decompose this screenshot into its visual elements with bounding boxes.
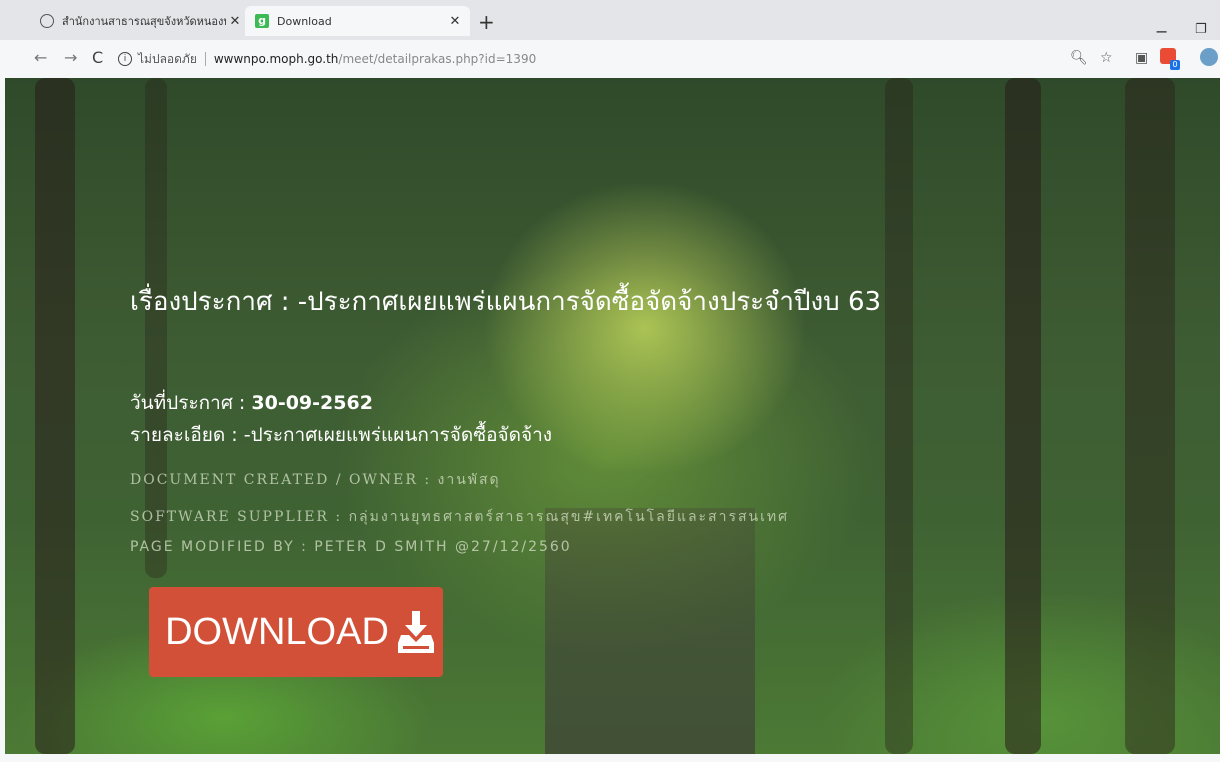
- background-tree: [1125, 78, 1175, 754]
- software-supplier: SOFTWARE SUPPLIER : กลุ่มงานยุทธศาสตร์สา…: [130, 509, 790, 525]
- forward-icon[interactable]: →: [64, 48, 77, 67]
- info-icon[interactable]: i: [118, 52, 132, 66]
- url-host: wwwnpo.moph.go.th: [213, 52, 339, 66]
- reload-icon[interactable]: C: [92, 48, 103, 67]
- close-icon[interactable]: ✕: [446, 14, 464, 29]
- page-content: เรื่องประกาศ : -ประกาศเผยแพร่แผนการจัดซื…: [5, 78, 1220, 754]
- date-label: วันที่ประกาศ :: [130, 392, 252, 414]
- background-tree: [885, 78, 913, 754]
- tab-title: Download: [277, 14, 332, 28]
- announcement-title: เรื่องประกาศ : -ประกาศเผยแพร่แผนการจัดซื…: [130, 287, 882, 317]
- background-path: [545, 508, 755, 754]
- browser-toolbar: ← → C i ไม่ปลอดภัย wwwnpo.moph.go.th/mee…: [0, 40, 1220, 78]
- new-tab-icon[interactable]: +: [478, 12, 495, 32]
- tab-health-office[interactable]: สำนักงานสาธารณสุขจังหวัดหนองบัวลำ ✕: [30, 6, 250, 36]
- download-label: DOWNLOAD: [165, 610, 389, 653]
- page-modified-by: PAGE MODIFIED BY : PETER D SMITH @27/12/…: [130, 539, 572, 555]
- star-icon[interactable]: ☆: [1100, 50, 1113, 66]
- restore-icon[interactable]: ❐: [1195, 22, 1207, 37]
- document-owner: DOCUMENT CREATED / OWNER : งานพัสดุ: [130, 472, 501, 488]
- cast-icon[interactable]: ▣: [1135, 50, 1148, 66]
- back-icon[interactable]: ←: [34, 48, 47, 67]
- announce-detail: รายละเอียด : -ประกาศเผยแพร่แผนการจัดซื้อ…: [130, 420, 552, 450]
- url-path: /meet/detailprakas.php?id=1390: [338, 52, 537, 66]
- divider: [204, 52, 206, 66]
- address-bar[interactable]: i ไม่ปลอดภัย wwwnpo.moph.go.th/meet/deta…: [118, 48, 1048, 70]
- tab-strip: สำนักงานสาธารณสุขจังหวัดหนองบัวลำ ✕ g Do…: [0, 0, 1220, 41]
- background-tree: [35, 78, 75, 754]
- background-tree: [145, 78, 167, 578]
- download-icon: [397, 611, 434, 653]
- close-icon[interactable]: ✕: [226, 14, 244, 29]
- tab-download[interactable]: g Download ✕: [245, 6, 470, 36]
- detail-value: -ประกาศเผยแพร่แผนการจัดซื้อจัดจ้าง: [243, 424, 553, 446]
- announce-date: วันที่ประกาศ : 30-09-2562: [130, 388, 373, 418]
- download-button[interactable]: DOWNLOAD: [149, 587, 443, 677]
- tab-title: สำนักงานสาธารณสุขจังหวัดหนองบัวลำ: [62, 15, 226, 28]
- security-label[interactable]: ไม่ปลอดภัย: [138, 50, 197, 69]
- extension-badge: 0: [1170, 60, 1180, 70]
- g-favicon-icon: g: [255, 14, 269, 28]
- profile-avatar[interactable]: [1200, 48, 1218, 66]
- zoom-icon[interactable]: 🔍︎: [1070, 50, 1088, 66]
- detail-label: รายละเอียด :: [130, 424, 244, 446]
- date-value: 30-09-2562: [251, 392, 373, 414]
- background-tree: [1005, 78, 1041, 754]
- globe-icon: [40, 14, 54, 28]
- minimize-icon[interactable]: −: [1155, 22, 1168, 41]
